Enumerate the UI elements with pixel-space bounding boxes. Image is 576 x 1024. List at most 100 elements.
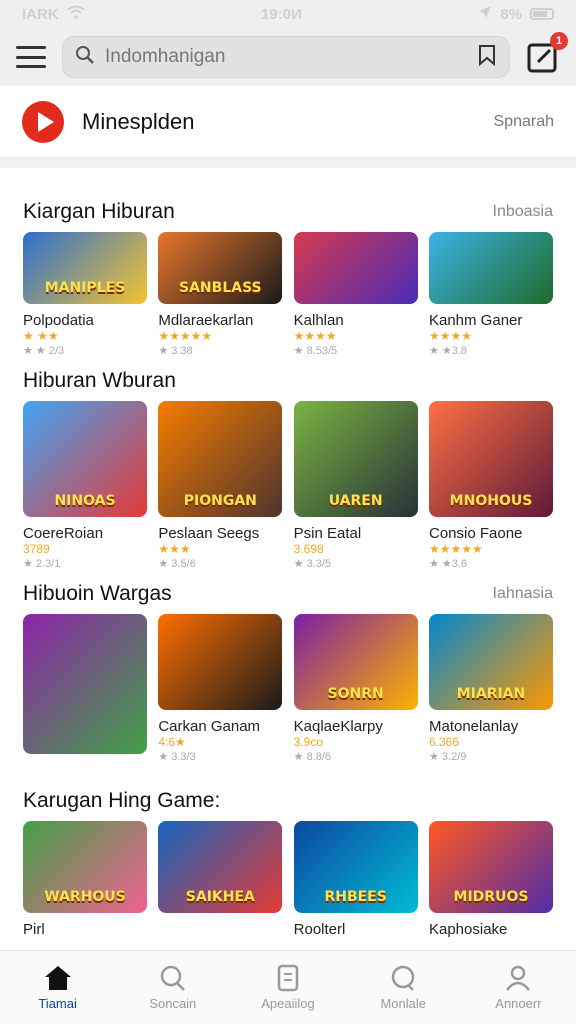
game-thumbnail[interactable]: RHBEES bbox=[293, 821, 418, 913]
battery-percent: 8% bbox=[500, 5, 522, 23]
game-logo-text: UAREN bbox=[328, 493, 383, 509]
game-card[interactable]: MIDRUOS Kaphosiake bbox=[428, 821, 553, 953]
game-card[interactable]: MIARIAN Matonelanlay 6.366 ★ 3.2/9 bbox=[428, 614, 553, 777]
game-title: Consio Faone bbox=[428, 525, 523, 542]
divider bbox=[0, 158, 576, 168]
section-title: Hiburan Wburan bbox=[23, 369, 176, 392]
nav-label: Tiamai bbox=[38, 996, 77, 1011]
game-rating bbox=[158, 921, 282, 936]
section-header: Hiburan Wburan bbox=[23, 361, 553, 401]
search-bar[interactable] bbox=[62, 36, 510, 78]
nav-apps[interactable]: Apeaiilog bbox=[230, 951, 345, 1024]
bottom-nav: Tiamai Soncain Apeaiilog Monlale Annoerr bbox=[0, 950, 576, 1024]
section-header: Hibuoin Wargas Iahnasia bbox=[23, 574, 553, 614]
notification-button[interactable]: 1 bbox=[526, 32, 568, 74]
game-logo-text: RHBEES bbox=[324, 889, 387, 905]
game-thumbnail[interactable]: MANIPLES bbox=[23, 232, 147, 304]
game-title: Peslaan Seegs bbox=[158, 525, 260, 542]
game-card[interactable]: Kalhlan ★★★★ ★ 8.53/5 bbox=[293, 232, 418, 357]
game-logo-text: WARHOUS bbox=[44, 889, 126, 905]
game-title: Pirl bbox=[23, 921, 45, 938]
game-card[interactable]: SONRN KaqlaeKlarpy 3.9co ★ 8.8/6 bbox=[293, 614, 418, 777]
nav-label: Annoerr bbox=[495, 996, 542, 1011]
game-thumbnail[interactable]: MIDRUOS bbox=[428, 821, 553, 913]
game-rating: ★★★★★ bbox=[158, 329, 213, 343]
game-meta: ★ 3.3/3 bbox=[158, 751, 196, 763]
bookmark-icon[interactable] bbox=[477, 44, 497, 71]
battery-icon bbox=[529, 8, 554, 20]
game-logo-text: SANBLASS bbox=[179, 280, 262, 296]
game-thumbnail[interactable]: MNOHOUS bbox=[428, 401, 553, 517]
game-card[interactable]: WARHOUS Pirl bbox=[23, 821, 147, 953]
game-thumbnail[interactable]: SAIKHEA bbox=[158, 821, 283, 913]
location-icon bbox=[478, 5, 492, 23]
game-card[interactable]: PIONGAN Peslaan Seegs ★★★ ★ 3.5/6 bbox=[158, 401, 283, 570]
game-card[interactable]: MNOHOUS Consio Faone ★★★★★ ★ ★3.6 bbox=[428, 401, 553, 570]
banner-action[interactable]: Spnarah bbox=[494, 113, 555, 131]
game-card[interactable]: Kanhm Ganer ★★★★ ★ ★3.8 bbox=[428, 232, 553, 357]
status-bar: IARK 19:0И 8% bbox=[0, 0, 576, 28]
game-title: Matonelanlay bbox=[428, 718, 519, 735]
game-card[interactable]: SAIKHEA bbox=[158, 821, 283, 953]
top-bar: 1 bbox=[0, 28, 576, 86]
search-input[interactable] bbox=[105, 46, 467, 68]
section-title: Hibuoin Wargas bbox=[23, 582, 172, 605]
game-title: Kalhlan bbox=[293, 312, 344, 329]
game-card[interactable]: NINOAS CoereRoian 3789 ★ 2.3/1 bbox=[23, 401, 147, 570]
game-meta: ★ ★3.6 bbox=[428, 558, 468, 570]
section-more-link[interactable]: Inboasia bbox=[493, 203, 554, 221]
game-logo-text: MNOHOUS bbox=[449, 493, 533, 509]
game-thumbnail[interactable]: SANBLASS bbox=[158, 232, 283, 304]
game-card[interactable]: MANIPLES Polpodatia ★ ★★ ★ ★ 2/3 bbox=[23, 232, 147, 357]
game-section: Hibuoin Wargas Iahnasia Carkan Ganam 4:6… bbox=[0, 574, 576, 777]
game-card[interactable]: UAREN Psin Eatal 3.698 ★ 3.3/5 bbox=[293, 401, 418, 570]
game-title: Carkan Ganam bbox=[158, 718, 261, 735]
game-thumbnail[interactable]: NINOAS bbox=[23, 401, 147, 517]
game-grid: Carkan Ganam 4:6★ ★ 3.3/3 SONRN KaqlaeKl… bbox=[23, 614, 553, 777]
game-card[interactable]: Carkan Ganam 4:6★ ★ 3.3/3 bbox=[158, 614, 283, 777]
game-thumbnail[interactable]: PIONGAN bbox=[158, 401, 283, 517]
game-rating bbox=[23, 762, 147, 777]
game-logo-text: SAIKHEA bbox=[185, 889, 255, 905]
game-meta: ★ 3.38 bbox=[158, 345, 193, 357]
game-meta: ★ 8.53/5 bbox=[293, 345, 338, 357]
game-thumbnail[interactable] bbox=[158, 614, 283, 710]
nav-profile[interactable]: Annoerr bbox=[461, 951, 576, 1024]
game-card[interactable] bbox=[23, 614, 147, 777]
game-thumbnail[interactable] bbox=[293, 232, 418, 304]
game-thumbnail[interactable]: WARHOUS bbox=[23, 821, 147, 913]
game-thumbnail[interactable]: SONRN bbox=[293, 614, 418, 710]
section-title: Karugan Hing Game: bbox=[23, 789, 221, 812]
game-rating: ★ ★★ bbox=[23, 329, 59, 343]
game-meta: ★ ★3.8 bbox=[428, 345, 468, 357]
menu-icon[interactable] bbox=[16, 46, 46, 68]
game-logo-text: SONRN bbox=[327, 686, 384, 702]
game-title: KaqlaeKlarpy bbox=[293, 718, 383, 735]
game-logo-text: MIDRUOS bbox=[453, 889, 529, 905]
game-rating: 3.698 bbox=[293, 542, 324, 556]
app-logo-icon bbox=[22, 100, 64, 143]
home-icon bbox=[44, 966, 71, 990]
game-rating: ★★★★ bbox=[293, 329, 337, 343]
game-rating: ★★★★ bbox=[428, 329, 473, 343]
wifi-icon bbox=[67, 5, 85, 23]
game-title: CoereRoian bbox=[23, 525, 104, 542]
game-meta: ★ ★ 2/3 bbox=[23, 345, 65, 357]
game-title: Polpodatia bbox=[23, 312, 94, 329]
game-thumbnail[interactable]: MIARIAN bbox=[428, 614, 553, 710]
game-card[interactable]: RHBEES Roolterl bbox=[293, 821, 418, 953]
game-rating: ★★★ bbox=[158, 542, 191, 556]
game-thumbnail[interactable]: UAREN bbox=[293, 401, 418, 517]
app-banner[interactable]: Minesplden Spnarah bbox=[0, 86, 576, 158]
content-area: Kiargan Hiburan Inboasia MANIPLES Polpod… bbox=[0, 192, 576, 953]
game-rating: 6.366 bbox=[428, 735, 460, 749]
game-card[interactable]: SANBLASS Mdlaraekarlan ★★★★★ ★ 3.38 bbox=[158, 232, 283, 357]
section-more-link[interactable]: Iahnasia bbox=[493, 585, 554, 603]
nav-search[interactable]: Soncain bbox=[115, 951, 230, 1024]
nav-home[interactable]: Tiamai bbox=[0, 951, 115, 1024]
nav-chat[interactable]: Monlale bbox=[346, 951, 461, 1024]
game-title: Psin Eatal bbox=[293, 525, 362, 542]
game-logo-text: NINOAS bbox=[54, 493, 116, 509]
game-thumbnail[interactable] bbox=[428, 232, 553, 304]
game-thumbnail[interactable] bbox=[23, 614, 147, 754]
